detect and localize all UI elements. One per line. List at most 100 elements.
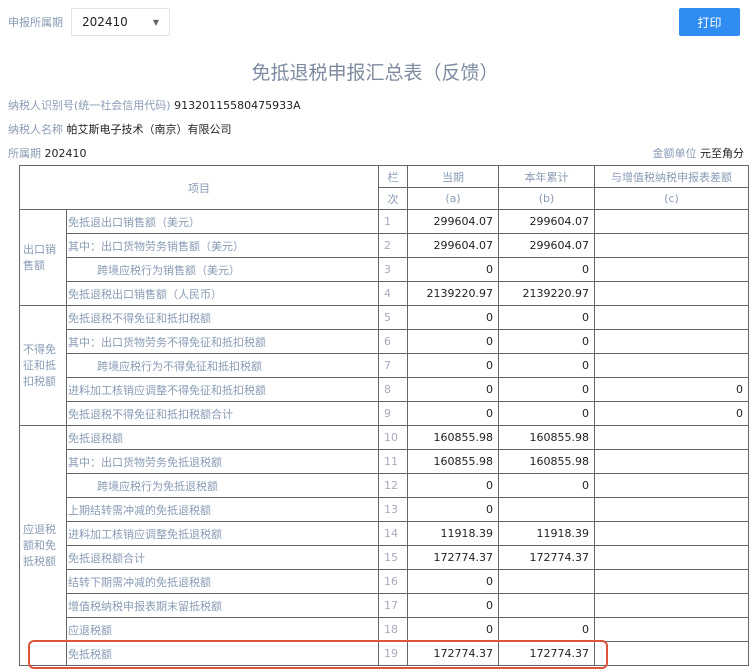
current-period-cell: 299604.07 bbox=[407, 209, 499, 234]
line-number: 10 bbox=[378, 425, 408, 450]
header-lan: 栏 bbox=[378, 165, 408, 188]
current-period-cell: 299604.07 bbox=[407, 233, 499, 258]
unit-value: 元至角分 bbox=[700, 147, 744, 160]
item-cell: 免抵退税出口销售额（人民币） bbox=[66, 281, 379, 306]
difference-cell bbox=[594, 449, 749, 474]
table-row: 进料加工核销应调整不得免征和抵扣税额 8 0 0 0 bbox=[20, 377, 749, 402]
year-total-cell: 11918.39 bbox=[498, 521, 595, 546]
current-period-cell: 0 bbox=[407, 593, 499, 618]
item-cell: 免抵退税额 bbox=[66, 425, 379, 450]
item-cell: 结转下期需冲减的免抵退税额 bbox=[66, 569, 379, 594]
table-row: 出口销售额 免抵退出口销售额（美元） 1 299604.07 299604.07 bbox=[19, 209, 749, 306]
line-number: 14 bbox=[378, 521, 408, 546]
line-number: 1 bbox=[378, 209, 408, 234]
item-cell: 进料加工核销应调整不得免征和抵扣税额 bbox=[66, 377, 379, 402]
item-cell: 其中：出口货物劳务免抵退税额 bbox=[66, 449, 379, 474]
difference-cell bbox=[594, 521, 749, 546]
difference-cell bbox=[594, 593, 749, 618]
table-row: 免抵退税额合计 15 172774.37 172774.37 bbox=[20, 545, 749, 570]
period-label: 申报所属期 bbox=[8, 16, 63, 29]
period-select[interactable]: 202410 ▼ bbox=[71, 8, 170, 36]
taxpayer-name-label: 纳税人名称 bbox=[8, 123, 63, 136]
difference-cell bbox=[594, 617, 749, 642]
current-period-cell: 2139220.97 bbox=[407, 281, 499, 306]
difference-cell bbox=[594, 497, 749, 522]
period-line-label: 所属期 bbox=[8, 147, 41, 160]
year-total-cell: 299604.07 bbox=[498, 209, 595, 234]
difference-cell bbox=[594, 569, 749, 594]
current-period-cell: 0 bbox=[407, 401, 499, 426]
current-period-cell: 0 bbox=[407, 569, 499, 594]
table-row: 免抵税额 19 172774.37 172774.37 bbox=[20, 641, 749, 666]
table-row: 结转下期需冲减的免抵退税额 16 0 bbox=[20, 569, 749, 594]
year-total-cell bbox=[498, 497, 595, 522]
header-row: 项目 栏 当期 本年累计 与增值税纳税申报表差额 bbox=[19, 165, 749, 210]
line-number: 18 bbox=[378, 617, 408, 642]
line-number: 19 bbox=[378, 641, 408, 666]
difference-cell bbox=[594, 209, 749, 234]
difference-cell bbox=[594, 329, 749, 354]
table-row: 跨境应税行为免抵退税额 12 0 0 bbox=[20, 473, 749, 498]
print-button[interactable]: 打印 bbox=[679, 8, 740, 36]
difference-cell bbox=[594, 641, 749, 666]
current-period-cell: 11918.39 bbox=[407, 521, 499, 546]
year-total-cell: 2139220.97 bbox=[498, 281, 595, 306]
difference-cell bbox=[594, 305, 749, 330]
difference-cell bbox=[594, 545, 749, 570]
current-period-cell: 0 bbox=[407, 305, 499, 330]
header-ci: 次 bbox=[378, 187, 408, 210]
header-b: 本年累计 bbox=[498, 165, 595, 188]
line-number: 11 bbox=[378, 449, 408, 474]
line-number: 8 bbox=[378, 377, 408, 402]
header-c: 与增值税纳税申报表差额 bbox=[594, 165, 749, 188]
year-total-cell: 0 bbox=[498, 377, 595, 402]
year-total-cell: 0 bbox=[498, 401, 595, 426]
current-period-cell: 0 bbox=[407, 617, 499, 642]
current-period-cell: 0 bbox=[407, 353, 499, 378]
table-row: 上期结转需冲减的免抵退税额 13 0 bbox=[20, 497, 749, 522]
year-total-cell: 172774.37 bbox=[498, 545, 595, 570]
table-row: 其中：出口货物劳务免抵退税额 11 160855.98 160855.98 bbox=[20, 449, 749, 474]
line-number: 7 bbox=[378, 353, 408, 378]
year-total-cell: 172774.37 bbox=[498, 641, 595, 666]
header-a2: (a) bbox=[407, 187, 499, 210]
year-total-cell: 0 bbox=[498, 257, 595, 282]
difference-cell bbox=[594, 473, 749, 498]
item-cell: 免抵退税额合计 bbox=[66, 545, 379, 570]
item-cell: 其中：出口货物劳务销售额（美元） bbox=[66, 233, 379, 258]
page-title: 免抵退税申报汇总表（反馈） bbox=[251, 62, 499, 84]
item-cell: 免抵退税不得免征和抵扣税额 bbox=[66, 305, 379, 330]
year-total-cell: 160855.98 bbox=[498, 449, 595, 474]
year-total-cell: 0 bbox=[498, 353, 595, 378]
item-cell: 其中：出口货物劳务不得免征和抵扣税额 bbox=[66, 329, 379, 354]
current-period-cell: 172774.37 bbox=[407, 545, 499, 570]
year-total-cell bbox=[498, 569, 595, 594]
item-cell: 免抵退税不得免征和抵扣税额合计 bbox=[66, 401, 379, 426]
period-selector-bar: 申报所属期 202410 ▼ bbox=[8, 8, 170, 36]
table-row: 应退税额和免抵税额 免抵退税额 10 160855.98 160855.98 bbox=[19, 425, 749, 666]
current-period-cell: 0 bbox=[407, 257, 499, 282]
year-total-cell: 299604.07 bbox=[498, 233, 595, 258]
line-number: 16 bbox=[378, 569, 408, 594]
line-number: 2 bbox=[378, 233, 408, 258]
item-cell: 跨境应税行为免抵退税额 bbox=[66, 473, 379, 498]
difference-cell bbox=[594, 233, 749, 258]
year-total-cell: 0 bbox=[498, 305, 595, 330]
item-cell: 上期结转需冲减的免抵退税额 bbox=[66, 497, 379, 522]
table-row: 增值税纳税申报表期末留抵税额 17 0 bbox=[20, 593, 749, 618]
table-row: 免抵退税不得免征和抵扣税额合计 9 0 0 0 bbox=[20, 401, 749, 426]
difference-cell bbox=[594, 425, 749, 450]
period-line: 所属期 202410 bbox=[8, 145, 87, 161]
category-cell: 不得免征和抵扣税额 bbox=[19, 305, 67, 426]
current-period-cell: 0 bbox=[407, 377, 499, 402]
line-number: 5 bbox=[378, 305, 408, 330]
table-row: 跨境应税行为销售额（美元） 3 0 0 bbox=[20, 257, 749, 282]
unit-label: 金额单位 bbox=[652, 147, 697, 160]
difference-cell bbox=[594, 257, 749, 282]
table-row: 进料加工核销应调整免抵退税额 14 11918.39 11918.39 bbox=[20, 521, 749, 546]
line-number: 17 bbox=[378, 593, 408, 618]
difference-cell: 0 bbox=[594, 401, 749, 426]
taxpayer-id-label: 纳税人识别号(统一社会信用代码) bbox=[8, 99, 171, 112]
header-a: 当期 bbox=[407, 165, 499, 188]
item-cell: 跨境应税行为不得免征和抵扣税额 bbox=[66, 353, 379, 378]
